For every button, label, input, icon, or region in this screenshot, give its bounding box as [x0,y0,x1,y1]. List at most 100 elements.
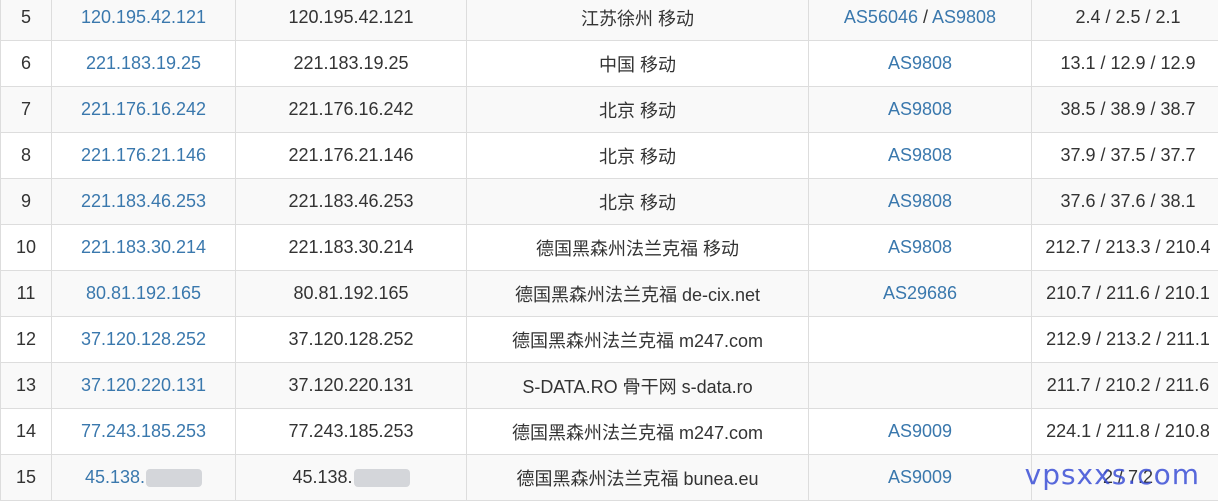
latency-cell: 13.1 / 12.9 / 12.9 [1032,41,1218,87]
location-cell: 北京 移动 [467,133,809,179]
latency-text: 37.9 / 37.5 / 37.7 [1060,145,1195,165]
asn-link[interactable]: AS9808 [888,53,952,73]
ip-link[interactable]: 120.195.42.121 [81,7,206,27]
ip-link[interactable]: 37.120.220.131 [81,375,206,395]
location-text: 江苏徐州 移动 [581,9,694,29]
asn-cell: AS56046 / AS9808 [809,0,1032,41]
asn-cell: AS9808 [809,87,1032,133]
table-row: 5 120.195.42.121 120.195.42.121 江苏徐州 移动 AS56… [1,0,1218,41]
ip-link[interactable]: 221.183.19.25 [86,53,201,73]
hop-cell: 13 [1,363,52,409]
hop-number: 10 [16,237,36,257]
hop-number: 9 [21,191,31,211]
location-cell: 北京 移动 [467,87,809,133]
asn-cell: AS9808 [809,225,1032,271]
location-text: 德国黑森州法兰克福 bunea.eu [516,469,758,489]
hop-cell: 9 [1,179,52,225]
ip-cell: 221.176.21.146 [52,133,236,179]
asn-link[interactable]: AS9808 [888,237,952,257]
ip-link[interactable]: 221.176.21.146 [81,145,206,165]
latency-text: 210.7 / 211.6 / 210.1 [1046,283,1210,303]
hostname-text: 221.176.16.242 [288,99,413,119]
hop-number: 14 [16,421,36,441]
location-cell: 北京 移动 [467,179,809,225]
hostname-cell: 221.176.21.146 [236,133,467,179]
table-row: 1237.120.128.25237.120.128.252德国黑森州法兰克福 … [1,317,1218,363]
table-row: 6221.183.19.25221.183.19.25中国 移动AS980813… [1,41,1218,87]
location-text: 北京 移动 [599,147,676,167]
table-row: 7 221.176.16.242 221.176.16.242 北京 移动 AS9808… [1,87,1218,133]
latency-cell: 2.4 / 2.5 / 2.1 [1032,0,1218,41]
hostname-text: 45.138. [292,467,352,487]
latency-text: 38.5 / 38.9 / 38.7 [1060,99,1195,119]
ip-cell: 221.183.46.253 [52,179,236,225]
location-cell: S-DATA.RO 骨干网 s-data.ro [467,363,809,409]
hostname-cell: 37.120.128.252 [236,317,467,363]
traceroute-body: 5 120.195.42.121 120.195.42.121 江苏徐州 移动 AS56… [1,0,1218,501]
asn-link[interactable]: AS9808 [888,99,952,119]
table-row: 1477.243.185.25377.243.185.253德国黑森州法兰克福 … [1,409,1218,455]
asn-cell: AS9808 [809,41,1032,87]
hostname-text: 221.176.21.146 [288,145,413,165]
latency-cell: 37.6 / 37.6 / 38.1 [1032,179,1218,225]
ip-link[interactable]: 221.176.16.242 [81,99,206,119]
latency-cell: 210.7 / 211.6 / 210.1 [1032,271,1218,317]
hop-cell: 6 [1,41,52,87]
hop-cell: 5 [1,0,52,41]
ip-link[interactable]: 45.138. [85,467,145,487]
hostname-cell: 80.81.192.165 [236,271,467,317]
asn-link[interactable]: AS9808 [932,7,996,27]
ip-link[interactable]: 221.183.46.253 [81,191,206,211]
location-text: 德国黑森州法兰克福 m247.com [512,331,763,351]
hop-cell: 14 [1,409,52,455]
asn-link[interactable]: AS9808 [888,191,952,211]
hostname-text: 221.183.46.253 [288,191,413,211]
hop-cell: 8 [1,133,52,179]
table-row: 8 221.176.21.146 221.176.21.146 北京 移动 AS9808… [1,133,1218,179]
location-cell: 德国黑森州法兰克福 m247.com [467,317,809,363]
ip-cell: 221.183.30.214 [52,225,236,271]
latency-cell: 37.9 / 37.5 / 37.7 [1032,133,1218,179]
ip-link[interactable]: 77.243.185.253 [81,421,206,441]
hostname-text: 37.120.220.131 [288,375,413,395]
hop-number: 13 [16,375,36,395]
asn-cell: AS9009 [809,455,1032,501]
hop-cell: 7 [1,87,52,133]
latency-cell: 212.9 / 213.2 / 211.1 [1032,317,1218,363]
location-text: 北京 移动 [599,193,676,213]
redaction-mask [354,469,410,487]
latency-text: 212.9 / 213.2 / 211.1 [1046,329,1210,349]
hostname-cell: 120.195.42.121 [236,0,467,41]
location-text: 德国黑森州法兰克福 移动 [536,239,739,259]
ip-cell: 45.138. [52,455,236,501]
redaction-mask [146,469,202,487]
asn-link[interactable]: AS9009 [888,421,952,441]
asn-link[interactable]: AS9808 [888,145,952,165]
ip-cell: 120.195.42.121 [52,0,236,41]
hop-number: 5 [21,7,31,27]
location-text: 德国黑森州法兰克福 de-cix.net [515,285,760,305]
hostname-cell: 77.243.185.253 [236,409,467,455]
hostname-cell: 221.183.46.253 [236,179,467,225]
table-row: 13 37.120.220.131 37.120.220.131 S-DATA.RO … [1,363,1218,409]
ip-link[interactable]: 221.183.30.214 [81,237,206,257]
ip-link[interactable]: 80.81.192.165 [86,283,201,303]
hop-number: 8 [21,145,31,165]
asn-link[interactable]: AS29686 [883,283,957,303]
asn-cell: AS29686 [809,271,1032,317]
ip-cell: 37.120.128.252 [52,317,236,363]
latency-text: 37.6 / 37.6 / 38.1 [1060,191,1195,211]
table-row: 1180.81.192.16580.81.192.165德国黑森州法兰克福 de… [1,271,1218,317]
latency-text: 13.1 / 12.9 / 12.9 [1060,53,1195,73]
site-watermark: vpsxxs.com [1025,458,1200,491]
table-row: 9 221.183.46.253 221.183.46.253 北京 移动 AS9808… [1,179,1218,225]
ip-cell: 80.81.192.165 [52,271,236,317]
asn-link[interactable]: AS9009 [888,467,952,487]
hostname-cell: 221.176.16.242 [236,87,467,133]
hop-cell: 15 [1,455,52,501]
location-cell: 德国黑森州法兰克福 m247.com [467,409,809,455]
hop-number: 6 [21,53,31,73]
asn-cell [809,363,1032,409]
ip-link[interactable]: 37.120.128.252 [81,329,206,349]
asn-link[interactable]: AS56046 [844,7,918,27]
